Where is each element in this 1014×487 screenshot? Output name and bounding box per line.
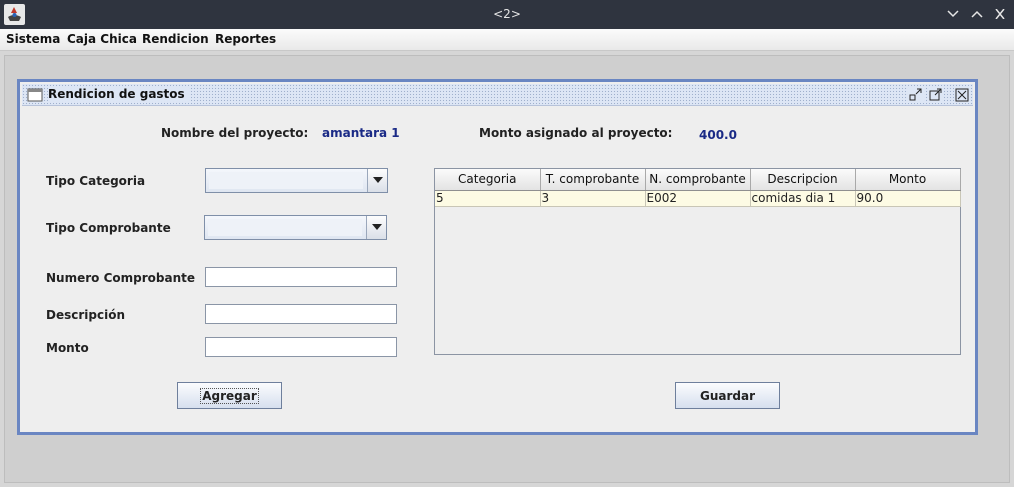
project-name-label: Nombre del proyecto: <box>161 126 309 140</box>
descripcion-input[interactable] <box>205 304 397 324</box>
agregar-button[interactable]: Agregar <box>177 382 282 409</box>
monto-label: Monto <box>46 341 89 355</box>
gastos-table[interactable]: Categoria T. comprobante N. comprobante … <box>434 168 961 355</box>
frame-titlebar[interactable]: Rendicion de gastos <box>22 84 973 106</box>
tipo-comprobante-combo[interactable] <box>204 215 387 240</box>
numero-comprobante-input[interactable] <box>205 267 397 287</box>
monto-input[interactable] <box>205 337 397 357</box>
agregar-label: Agregar <box>200 387 259 404</box>
menu-bar: Sistema Caja Chica Rendicion Reportes <box>0 29 1014 51</box>
table-cell[interactable]: 3 <box>540 190 646 207</box>
tipo-comprobante-value <box>208 219 362 236</box>
chevron-up-icon[interactable] <box>967 4 987 24</box>
project-amount-value: 400.0 <box>699 128 737 142</box>
column-header-descripcion[interactable]: Descripcion <box>750 169 856 191</box>
close-icon[interactable] <box>990 4 1010 24</box>
numero-comprobante-label: Numero Comprobante <box>46 271 195 285</box>
tipo-categoria-label: Tipo Categoria <box>46 174 146 188</box>
window-titlebar: <2> <box>0 0 1014 29</box>
menu-sistema[interactable]: Sistema <box>6 32 60 46</box>
close-icon[interactable] <box>954 87 970 103</box>
table-cell[interactable]: E002 <box>645 190 751 207</box>
menu-reportes[interactable]: Reportes <box>215 32 276 46</box>
tipo-categoria-value <box>209 172 363 189</box>
column-header-categoria[interactable]: Categoria <box>435 169 541 191</box>
descripcion-label: Descripción <box>46 308 125 322</box>
window-icon <box>27 87 43 103</box>
project-name-value: amantara 1 <box>322 126 400 140</box>
guardar-button[interactable]: Guardar <box>675 382 780 409</box>
maximize-icon[interactable] <box>928 87 944 103</box>
table-cell[interactable]: 90.0 <box>855 190 961 207</box>
table-header-row: Categoria T. comprobante N. comprobante … <box>435 169 961 191</box>
tipo-comprobante-label: Tipo Comprobante <box>46 221 171 235</box>
frame-title: Rendicion de gastos <box>48 87 189 101</box>
column-header-monto[interactable]: Monto <box>855 169 961 191</box>
chevron-down-icon[interactable] <box>366 216 386 239</box>
tipo-categoria-combo[interactable] <box>205 168 388 193</box>
project-amount-label: Monto asignado al proyecto: <box>479 126 673 140</box>
chevron-down-icon[interactable] <box>367 169 387 192</box>
table-cell[interactable]: comidas dia 1 <box>750 190 856 207</box>
window-title: <2> <box>493 7 521 21</box>
menu-caja-chica[interactable]: Caja Chica <box>67 32 137 46</box>
chevron-down-icon[interactable] <box>943 4 963 24</box>
table-row[interactable]: 5 3 E002 comidas dia 1 90.0 <box>435 190 961 207</box>
iconify-icon[interactable] <box>908 87 924 103</box>
column-header-t-comprobante[interactable]: T. comprobante <box>540 169 646 191</box>
column-header-n-comprobante[interactable]: N. comprobante <box>645 169 751 191</box>
menu-rendicion[interactable]: Rendicion <box>142 32 209 46</box>
table-cell[interactable]: 5 <box>435 190 541 207</box>
